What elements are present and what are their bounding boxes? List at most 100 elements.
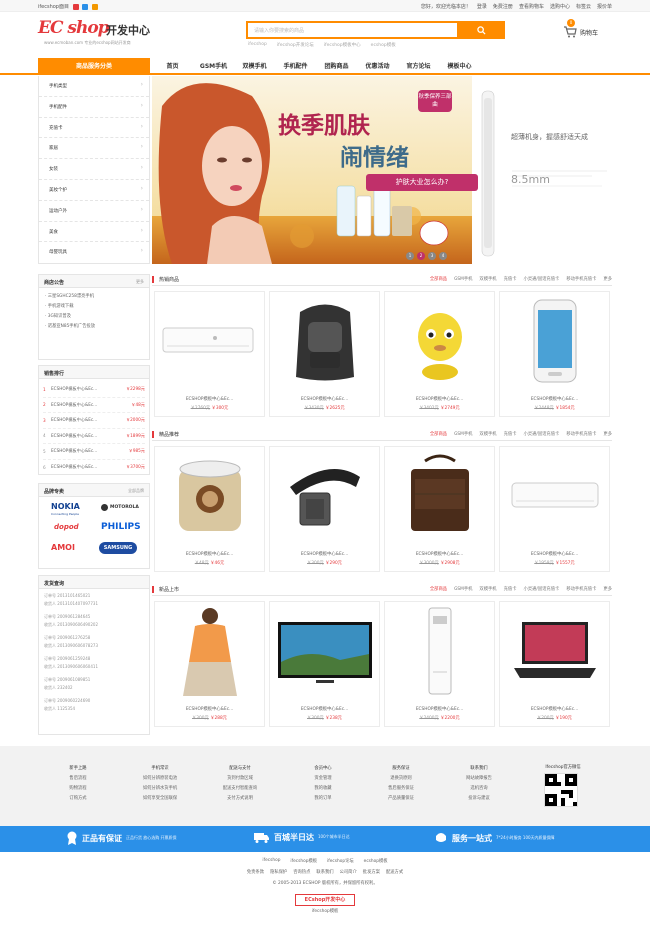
product-card[interactable]: ECSHOP模板中心&Ec... ￥3000元 ￥2908元 [384,446,495,572]
footer-link[interactable]: 售后流程 [58,774,98,784]
footer-link[interactable]: 我的订单 [298,794,348,804]
category-item[interactable]: 家居 [39,138,149,160]
product-name[interactable]: ECSHOP模板中心&Ec... [270,396,379,402]
ranking-item[interactable]: 1 ECSHOP模板中心&Ec... ￥2298元 [43,382,145,398]
category-menu-toggle[interactable]: 商品服务分类 [38,58,150,75]
product-name[interactable]: ECSHOP模板中心&Ec... [500,396,609,402]
nav-item-accessories[interactable]: 手机配件 [275,58,316,75]
footer-link[interactable]: 货到付款区域 [210,774,270,784]
footer-link[interactable]: 配送支付智能查询 [210,784,270,794]
nav-item-dual[interactable]: 双模手机 [234,58,275,75]
friend-link[interactable]: ifecshop论坛 [327,858,354,864]
friend-link[interactable]: ifecshop模板 [290,858,317,864]
category-item[interactable]: 母婴玩具 [39,242,149,263]
footer-link[interactable]: 如何分辨原装电池 [130,774,190,784]
product-name[interactable]: ECSHOP模板中心&Ec... [155,396,264,402]
banner-dot[interactable]: 2 [417,252,425,260]
footer-link[interactable]: 订购方式 [58,794,98,804]
product-card[interactable]: ECSHOP模板中心&Ec... ￥2760元 ￥300元 [154,291,265,417]
footer-link[interactable]: 资金管理 [298,774,348,784]
info-link[interactable]: 配送方式 [386,869,403,875]
footer-logo[interactable]: ECshop开发中心 [295,894,355,906]
info-link[interactable]: 联系我们 [316,869,333,875]
brands-more-link[interactable]: 全部品牌 [128,488,144,494]
section-tab[interactable]: GSM手机 [454,586,472,592]
notice-item[interactable]: · 手机游戏下载 [45,302,143,312]
brand-amoi[interactable]: AMOI [51,543,75,552]
ranking-item[interactable]: 2 ECSHOP模板中心&Ec... ￥48元 [43,398,145,413]
search-button[interactable] [457,21,505,39]
banner-dot[interactable]: 4 [439,252,447,260]
product-card[interactable]: ECSHOP模板中心&Ec... ￥1959元 ￥1557元 [499,446,610,572]
nav-item-groupbuy[interactable]: 团购商品 [316,58,357,75]
hot-keyword[interactable]: ifecshop开发论坛 [277,42,314,48]
order-item[interactable]: 订单号 2009061276258 收货人 2013090606078273 [44,634,144,649]
ranking-item[interactable]: 4 ECSHOP模板中心&Ec... ￥1899元 [43,429,145,444]
friend-link[interactable]: ifecshop [262,858,280,864]
ranking-item[interactable]: 3 ECSHOP模板中心&Ec... ￥2000元 [43,413,145,429]
section-tab[interactable]: 全部商品 [430,431,447,437]
product-name[interactable]: ECSHOP模板中心&Ec... [385,551,494,557]
brand-nokia[interactable]: NOKIA [51,502,80,511]
ranking-item[interactable]: 5 ECSHOP模板中心&Ec... ￥985元 [43,444,145,460]
product-card[interactable]: ECSHOP模板中心&Ec... ￥3430元 ￥2625元 [269,291,380,417]
section-tab[interactable]: 移动手机充值卡 [566,431,596,437]
section-tab[interactable]: 充值卡 [504,276,517,282]
pick-center-link[interactable]: 选购中心 [550,3,570,10]
banner-dot[interactable]: 1 [406,252,414,260]
section-more-link[interactable]: 更多 [603,431,612,437]
footer-link[interactable]: 售后服务保证 [376,784,426,794]
section-tab[interactable]: 双模手机 [479,586,496,592]
qq-icon[interactable] [82,3,89,10]
footer-link[interactable]: 退换货原则 [376,774,426,784]
site-name[interactable]: ifecshop面目 [38,4,69,10]
info-link[interactable]: 批发方案 [363,869,380,875]
section-tab[interactable]: 全部商品 [430,276,447,282]
order-item[interactable]: 订单号 2009060224690 收货人 1125354 [44,697,144,712]
site-logo[interactable]: EC shop 开发中心 www.ecmoban.com 专业的ecshop网站… [38,18,158,52]
footer-link[interactable]: 购物流程 [58,784,98,794]
product-name[interactable]: ECSHOP模板中心&Ec... [270,551,379,557]
section-tab[interactable]: 充值卡 [504,586,517,592]
section-tab[interactable]: 小灵通/固话充值卡 [524,431,560,437]
hot-keyword[interactable]: ifecshop [248,42,267,48]
product-name[interactable]: ECSHOP模板中心&Ec... [155,706,264,712]
brand-motorola[interactable]: MOTOROLA [101,504,139,511]
product-card[interactable]: ECSHOP模板中心&Ec... ￥3402元 ￥2749元 [384,291,495,417]
rss-icon[interactable] [91,3,98,10]
footer-link[interactable]: 支付方式说明 [210,794,270,804]
section-tab[interactable]: 移动手机充值卡 [566,586,596,592]
nav-item-gsm[interactable]: GSM手机 [193,58,234,75]
nav-item-home[interactable]: 首页 [152,58,193,75]
product-name[interactable]: ECSHOP模板中心&Ec... [385,396,494,402]
cart-button[interactable]: 0 购物车 [560,19,616,43]
info-link[interactable]: 隐私保护 [270,869,287,875]
nav-item-templates[interactable]: 模板中心 [439,58,480,75]
product-name[interactable]: ECSHOP模板中心&Ec... [500,706,609,712]
product-card[interactable]: ECSHOP模板中心&Ec... ￥2400元 ￥2200元 [384,601,495,727]
quote-link[interactable]: 报价单 [597,3,612,10]
nav-item-promotions[interactable]: 优惠活动 [357,58,398,75]
section-tab[interactable]: 双模手机 [479,276,496,282]
product-name[interactable]: ECSHOP模板中心&Ec... [385,706,494,712]
brand-samsung[interactable]: SAMSUNG [99,542,137,554]
footer-link[interactable]: 如何享受全国联保 [130,794,190,804]
footer-link[interactable]: 选机咨询 [454,784,504,794]
section-more-link[interactable]: 更多 [603,276,612,282]
footer-link[interactable]: 产品质量保证 [376,794,426,804]
product-card[interactable]: ECSHOP模板中心&Ec... ￥200元 ￥190元 [499,601,610,727]
footer-link[interactable]: 网站故障报告 [454,774,504,784]
order-item[interactable]: 订单号 2009061259248 收货人 2013090606060411 [44,655,144,670]
category-item[interactable]: 手机类型 [39,76,149,97]
order-item[interactable]: 订单号 2009061284645 收货人 2013090606490202 [44,613,144,628]
footer-link[interactable]: 我的收藏 [298,784,348,794]
login-link[interactable]: 登录 [477,3,487,10]
friend-link[interactable]: ecshop模板 [364,858,388,864]
section-tab[interactable]: 小灵通/固话充值卡 [524,586,560,592]
order-item[interactable]: 订单号 2013101465021 收货人 2013101407097731 [44,592,144,607]
product-card[interactable]: ECSHOP模板中心&Ec... ￥2448元 ￥1854元 [499,291,610,417]
notice-item[interactable]: · 三星SGHC258漂亮手机 [45,292,143,302]
brand-philips[interactable]: PHILIPS [101,522,141,532]
product-card[interactable]: ECSHOP模板中心&Ec... ￥300元 ￥290元 [269,446,380,572]
info-link[interactable]: 咨询热点 [293,869,310,875]
